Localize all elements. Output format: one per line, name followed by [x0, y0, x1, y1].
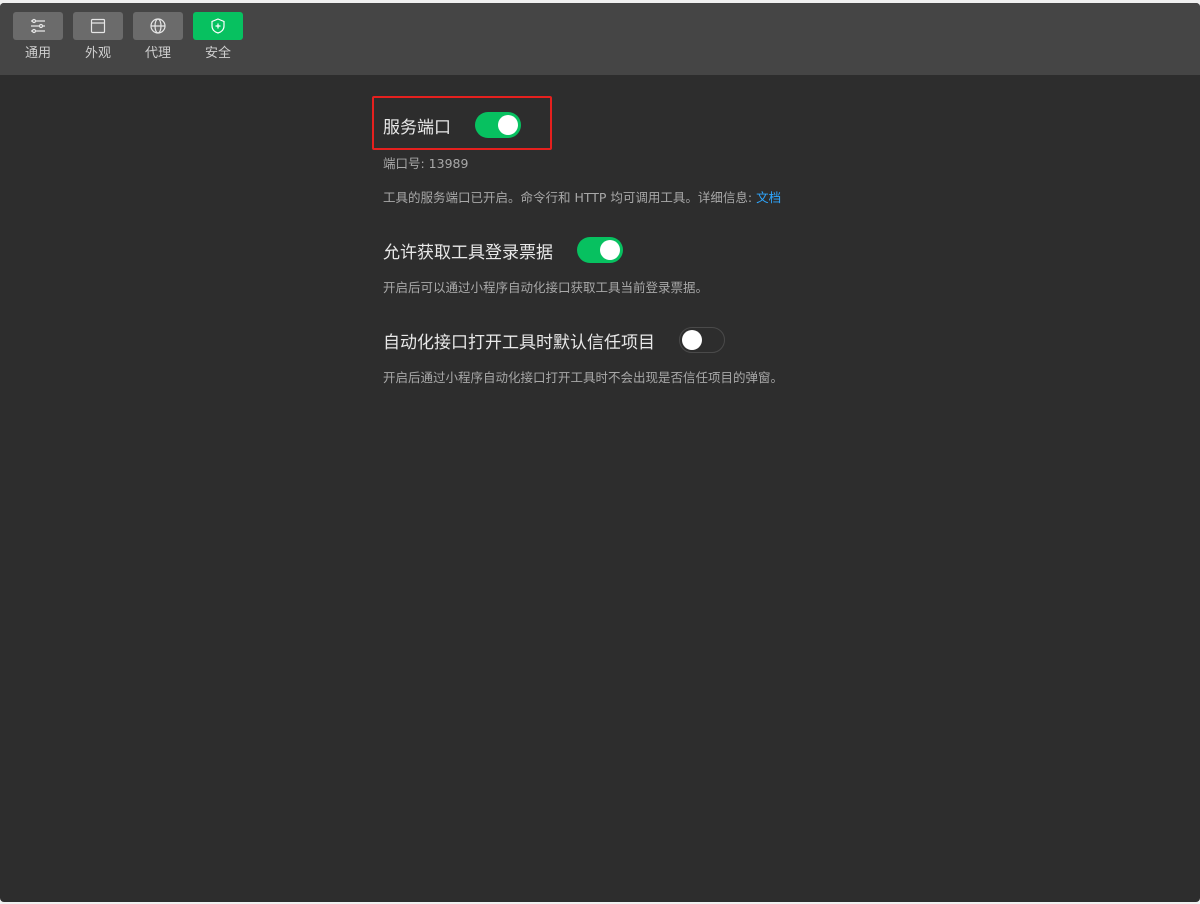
globe-icon	[150, 18, 166, 34]
trust-project-toggle[interactable]	[679, 327, 725, 353]
tab-appearance[interactable]: 外观	[73, 12, 123, 72]
setting-title: 允许获取工具登录票据	[383, 242, 553, 263]
window-icon	[90, 18, 106, 34]
setting-service-port: 服务端口	[383, 110, 521, 140]
service-port-toggle[interactable]	[475, 112, 521, 138]
login-ticket-description: 开启后可以通过小程序自动化接口获取工具当前登录票据。	[383, 280, 709, 295]
tab-general[interactable]: 通用	[13, 12, 63, 72]
setting-trust-project: 自动化接口打开工具时默认信任项目	[383, 325, 725, 355]
toolbar: 通用 外观 代理 安全	[0, 3, 1200, 75]
tab-label: 安全	[204, 46, 231, 61]
service-port-description: 工具的服务端口已开启。命令行和 HTTP 均可调用工具。详细信息: 文档	[383, 190, 782, 205]
tab-label: 通用	[24, 46, 51, 61]
setting-title: 自动化接口打开工具时默认信任项目	[383, 332, 655, 353]
setting-title: 服务端口	[383, 117, 451, 138]
login-ticket-toggle[interactable]	[577, 237, 623, 263]
trust-project-description: 开启后通过小程序自动化接口打开工具时不会出现是否信任项目的弹窗。	[383, 370, 784, 385]
tab-label: 外观	[84, 46, 111, 61]
tab-security[interactable]: 安全	[193, 12, 243, 72]
settings-window: 通用 外观 代理 安全 服务端口 端口号: 13989 工具的服务端口已开启。命…	[0, 3, 1200, 902]
shield-plus-icon	[211, 18, 225, 34]
setting-login-ticket: 允许获取工具登录票据	[383, 235, 623, 265]
toggle-knob	[682, 330, 702, 350]
docs-link[interactable]: 文档	[756, 190, 781, 205]
port-number-text: 端口号: 13989	[383, 156, 469, 171]
toggle-knob	[600, 240, 620, 260]
tab-label: 代理	[144, 46, 171, 61]
tab-proxy[interactable]: 代理	[133, 12, 183, 72]
toggle-knob	[498, 115, 518, 135]
sliders-icon	[31, 18, 45, 34]
